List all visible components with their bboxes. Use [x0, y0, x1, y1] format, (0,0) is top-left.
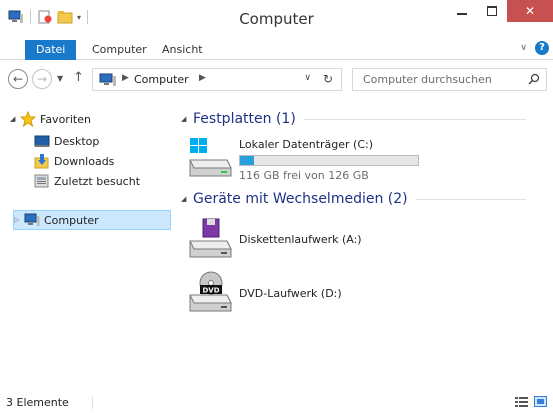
drive-item-a[interactable]: Diskettenlaufwerk (A:) — [187, 217, 517, 263]
drive-name: DVD-Laufwerk (D:) — [239, 287, 342, 300]
nav-item-label: Desktop — [54, 134, 100, 148]
drive-usage-bar — [239, 155, 419, 166]
ribbon-right: ∨ ? — [520, 41, 549, 55]
nav-computer-label: Computer — [44, 213, 99, 227]
desktop-icon — [34, 133, 50, 149]
address-bar[interactable]: ▶ Computer ▶ ∨ ↻ — [92, 68, 342, 91]
recent-places-icon — [34, 173, 50, 189]
drive-name: Lokaler Datenträger (C:) — [239, 138, 374, 151]
drive-item-d[interactable]: DVD DVD-Laufwerk (D:) — [187, 271, 517, 317]
group-header[interactable]: ◢ Festplatten (1) — [181, 109, 526, 129]
expand-ribbon-icon[interactable]: ∨ — [520, 43, 527, 53]
forward-button[interactable]: → — [32, 69, 52, 89]
collapse-arrow-icon[interactable]: ◢ — [181, 195, 193, 203]
content-area: ◢ Festplatten (1) Lokaler Datenträger (C… — [173, 97, 553, 392]
downloads-icon — [34, 153, 50, 169]
address-row: ← → ▼ ↑ ▶ Computer ▶ ∨ ↻ — [0, 61, 553, 97]
large-icons-view-icon[interactable] — [534, 396, 547, 410]
search-icon[interactable] — [528, 73, 540, 88]
drive-usage-fill — [240, 156, 255, 165]
search-input[interactable] — [363, 73, 513, 86]
svg-text:DVD: DVD — [202, 287, 219, 295]
divider — [415, 198, 526, 200]
address-dropdown-icon[interactable]: ∨ — [304, 73, 311, 83]
computer-icon — [24, 212, 40, 228]
help-icon[interactable]: ? — [535, 41, 549, 55]
status-bar: 3 Elemente — [0, 392, 553, 413]
divider — [303, 118, 526, 120]
collapse-arrow-icon[interactable]: ◢ — [10, 115, 20, 123]
search-box[interactable] — [352, 68, 547, 91]
nav-item-recent[interactable]: Zuletzt besucht — [34, 171, 140, 191]
nav-item-downloads[interactable]: Downloads — [34, 151, 114, 171]
back-button[interactable]: ← — [8, 69, 28, 89]
recent-locations-icon[interactable]: ▼ — [57, 74, 63, 83]
drive-free-space: 116 GB frei von 126 GB — [239, 169, 369, 182]
minimize-button[interactable] — [447, 0, 477, 22]
divider — [92, 396, 93, 409]
item-count: 3 Elemente — [6, 396, 69, 409]
window-controls: ✕ — [447, 0, 553, 22]
tab-computer[interactable]: Computer — [82, 40, 157, 60]
nav-favorites-label: Favoriten — [40, 112, 91, 126]
collapse-arrow-icon[interactable]: ◢ — [181, 115, 193, 123]
group-header[interactable]: ◢ Geräte mit Wechselmedien (2) — [181, 189, 526, 209]
floppy-drive-icon — [187, 217, 233, 261]
breadcrumb-computer[interactable]: Computer — [134, 73, 189, 86]
close-button[interactable]: ✕ — [507, 0, 553, 22]
view-switcher — [515, 396, 547, 410]
star-icon — [19, 110, 37, 128]
tab-datei[interactable]: Datei — [25, 40, 77, 60]
nav-item-label: Zuletzt besucht — [54, 174, 141, 188]
nav-item-computer[interactable]: ▷ Computer — [13, 210, 171, 230]
expand-arrow-icon[interactable]: ▷ — [14, 216, 24, 224]
ribbon: Datei Computer Ansicht ∨ ? — [0, 37, 553, 60]
group-title: Festplatten (1) — [193, 111, 296, 127]
drive-name: Diskettenlaufwerk (A:) — [239, 233, 362, 246]
breadcrumb-chevron-icon[interactable]: ▶ — [122, 73, 129, 83]
breadcrumb-chevron-icon[interactable]: ▶ — [199, 73, 206, 83]
nav-item-desktop[interactable]: Desktop — [34, 131, 99, 151]
navigation-pane: ◢ Favoriten Desktop Downloads Zuletzt be… — [0, 97, 173, 392]
nav-favorites[interactable]: ◢ Favoriten — [10, 109, 91, 129]
nav-item-label: Downloads — [54, 154, 115, 168]
tab-ansicht[interactable]: Ansicht — [152, 40, 213, 60]
drive-item-c[interactable]: Lokaler Datenträger (C:) 116 GB frei von… — [187, 136, 517, 182]
maximize-button[interactable] — [477, 0, 507, 22]
details-view-icon[interactable] — [515, 396, 528, 410]
dvd-drive-icon: DVD — [187, 271, 233, 315]
computer-icon — [99, 73, 117, 90]
up-button[interactable]: ↑ — [73, 70, 84, 85]
title-bar: ▾ Computer ✕ — [0, 0, 553, 37]
refresh-icon[interactable]: ↻ — [323, 72, 333, 86]
group-title: Geräte mit Wechselmedien (2) — [193, 191, 408, 207]
hard-drive-icon — [187, 136, 233, 180]
